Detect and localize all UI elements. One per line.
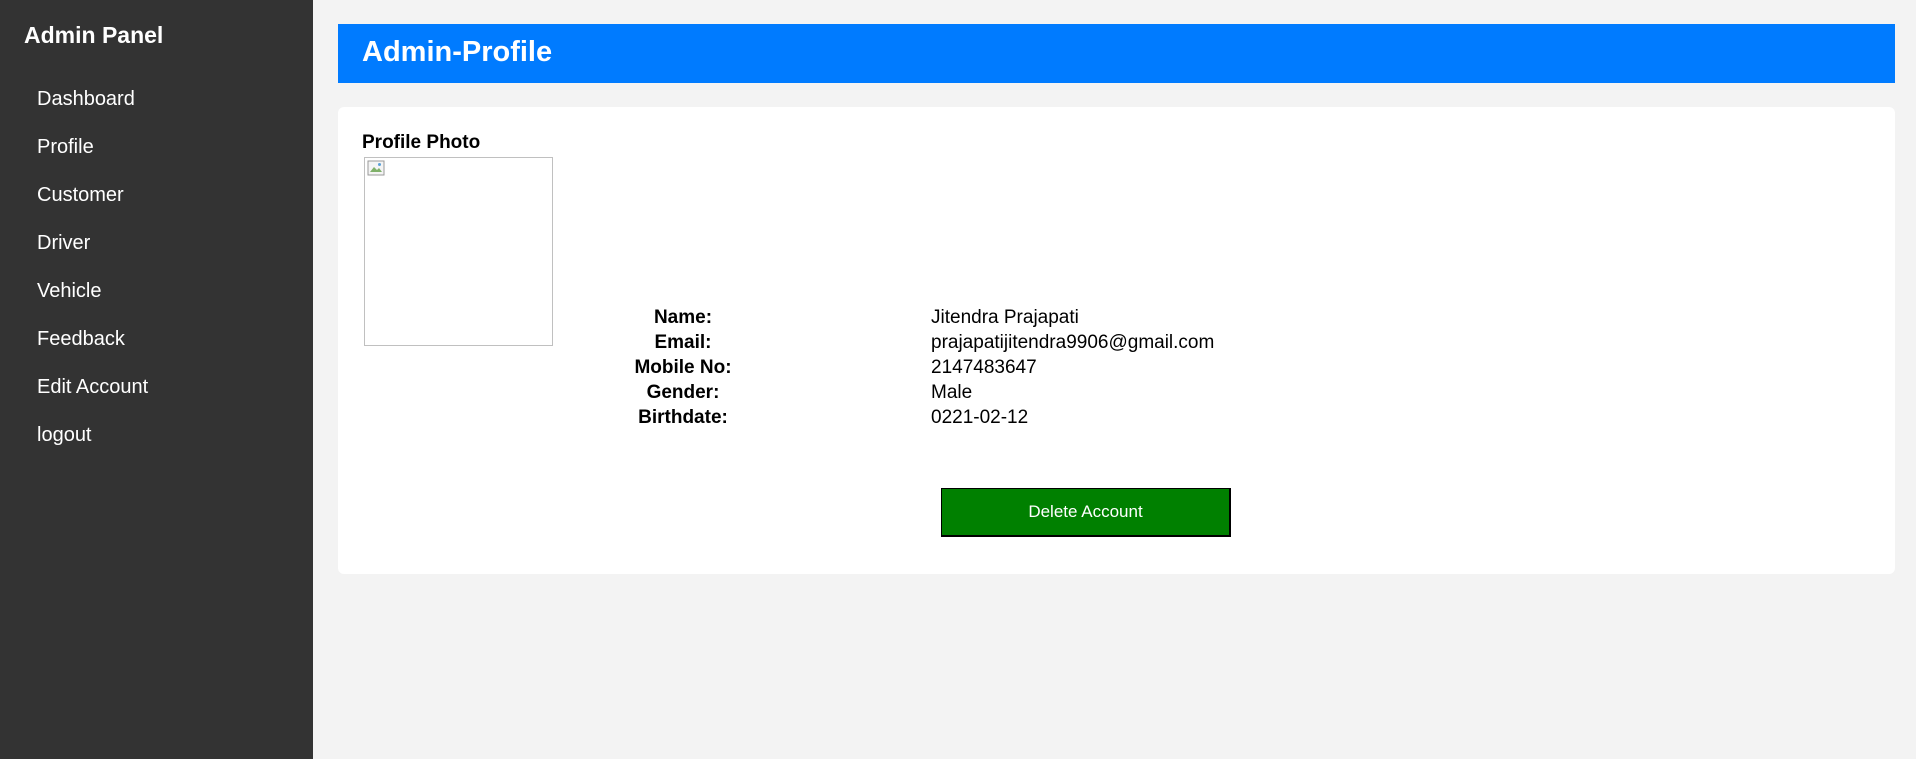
gender-label: Gender: <box>646 382 720 403</box>
email-value: prajapatijitendra9906@gmail.com <box>931 332 1215 353</box>
birthdate-value: 0221-02-12 <box>931 407 1029 428</box>
info-row-gender: Gender: Male <box>338 382 1338 407</box>
sidebar-item-edit-account[interactable]: Edit Account <box>37 372 148 420</box>
delete-account-button[interactable]: Delete Account <box>941 488 1231 537</box>
sidebar-item-feedback[interactable]: Feedback <box>37 324 148 372</box>
mobile-label: Mobile No: <box>634 357 732 378</box>
sidebar-item-driver[interactable]: Driver <box>37 228 148 276</box>
profile-photo-label: Profile Photo <box>362 132 481 153</box>
info-row-name: Name: Jitendra Prajapati <box>338 307 1338 332</box>
name-value: Jitendra Prajapati <box>931 307 1079 328</box>
birthdate-label: Birthdate: <box>638 407 728 428</box>
broken-image-icon <box>367 160 385 176</box>
name-label: Name: <box>653 307 713 328</box>
main-content: Admin-Profile Profile Photo Name: Jitend… <box>313 0 1916 759</box>
sidebar-title: Admin Panel <box>24 22 164 48</box>
mobile-value: 2147483647 <box>931 357 1037 378</box>
sidebar: Admin Panel Dashboard Profile Customer D… <box>0 0 313 759</box>
sidebar-item-vehicle[interactable]: Vehicle <box>37 276 148 324</box>
gender-value: Male <box>931 382 973 403</box>
sidebar-item-logout[interactable]: logout <box>37 420 148 468</box>
sidebar-nav: Dashboard Profile Customer Driver Vehicl… <box>37 84 148 468</box>
sidebar-item-profile[interactable]: Profile <box>37 132 148 180</box>
profile-card: Profile Photo Name: Jitendra Prajapati E… <box>338 107 1895 574</box>
page-header: Admin-Profile <box>338 24 1895 83</box>
page-title: Admin-Profile <box>362 36 553 68</box>
sidebar-item-dashboard[interactable]: Dashboard <box>37 84 148 132</box>
info-row-email: Email: prajapatijitendra9906@gmail.com <box>338 332 1338 357</box>
email-label: Email: <box>654 332 712 353</box>
info-row-birthdate: Birthdate: 0221-02-12 <box>338 407 1338 432</box>
info-row-mobile: Mobile No: 2147483647 <box>338 357 1338 382</box>
sidebar-item-customer[interactable]: Customer <box>37 180 148 228</box>
